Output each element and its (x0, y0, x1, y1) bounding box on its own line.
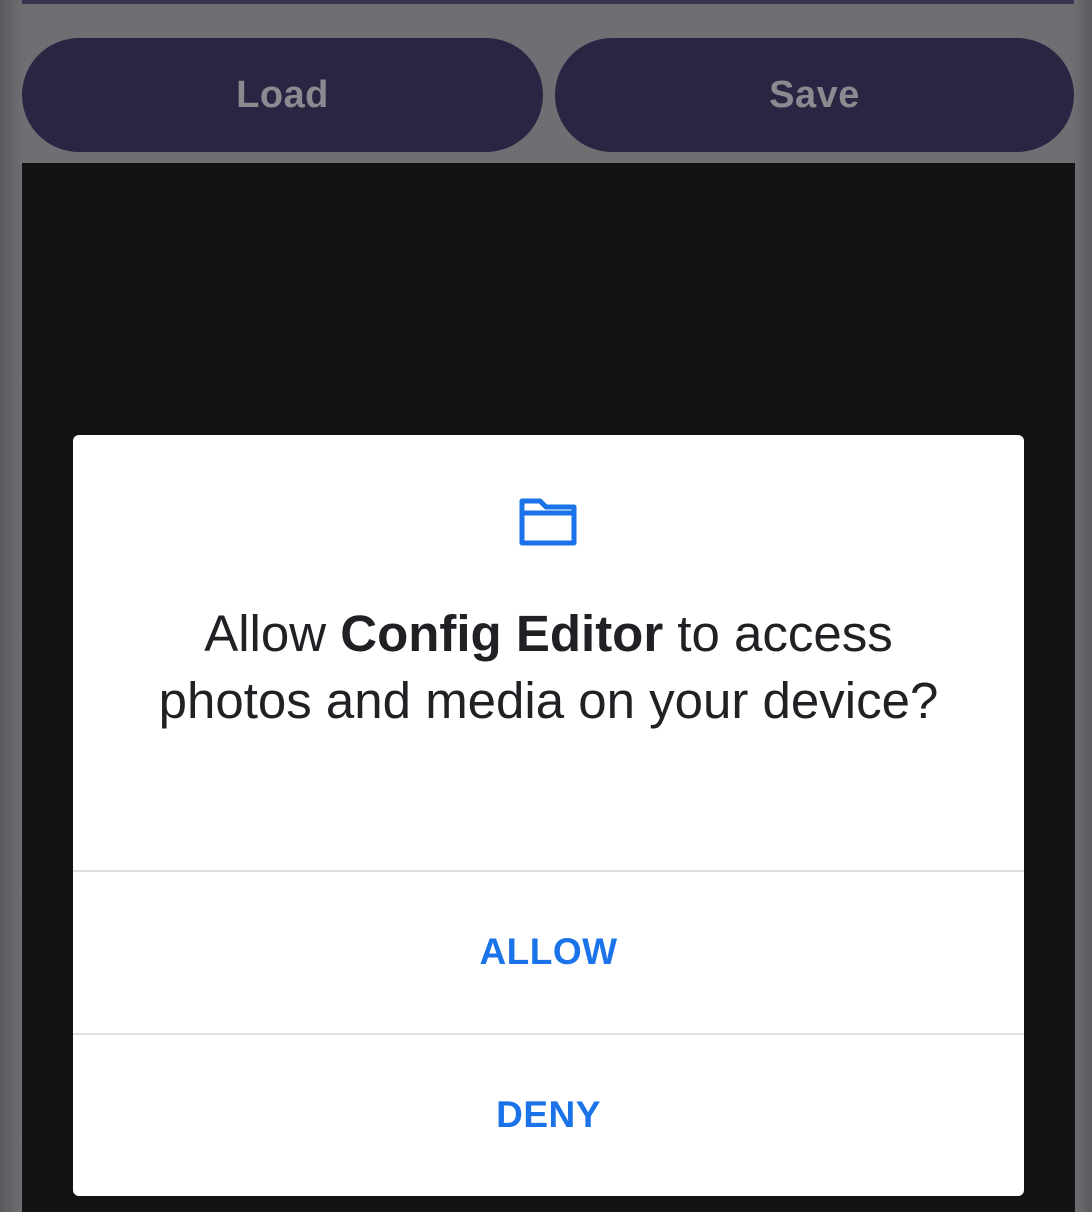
scrim-edge-right (1074, 0, 1092, 1212)
scrim-edge-left (0, 0, 22, 1212)
dialog-header: Allow Config Editor to access photos and… (73, 435, 1024, 871)
permission-message: Allow Config Editor to access photos and… (133, 600, 964, 734)
allow-button[interactable]: ALLOW (73, 872, 1024, 1032)
message-prefix: Allow (204, 605, 341, 662)
app-name: Config Editor (340, 605, 664, 662)
app-bar-edge (0, 0, 1092, 4)
load-button[interactable]: Load (22, 38, 543, 152)
folder-icon (519, 498, 577, 546)
permission-dialog: Allow Config Editor to access photos and… (73, 435, 1024, 1196)
save-button[interactable]: Save (555, 38, 1074, 152)
deny-button[interactable]: DENY (73, 1035, 1024, 1195)
